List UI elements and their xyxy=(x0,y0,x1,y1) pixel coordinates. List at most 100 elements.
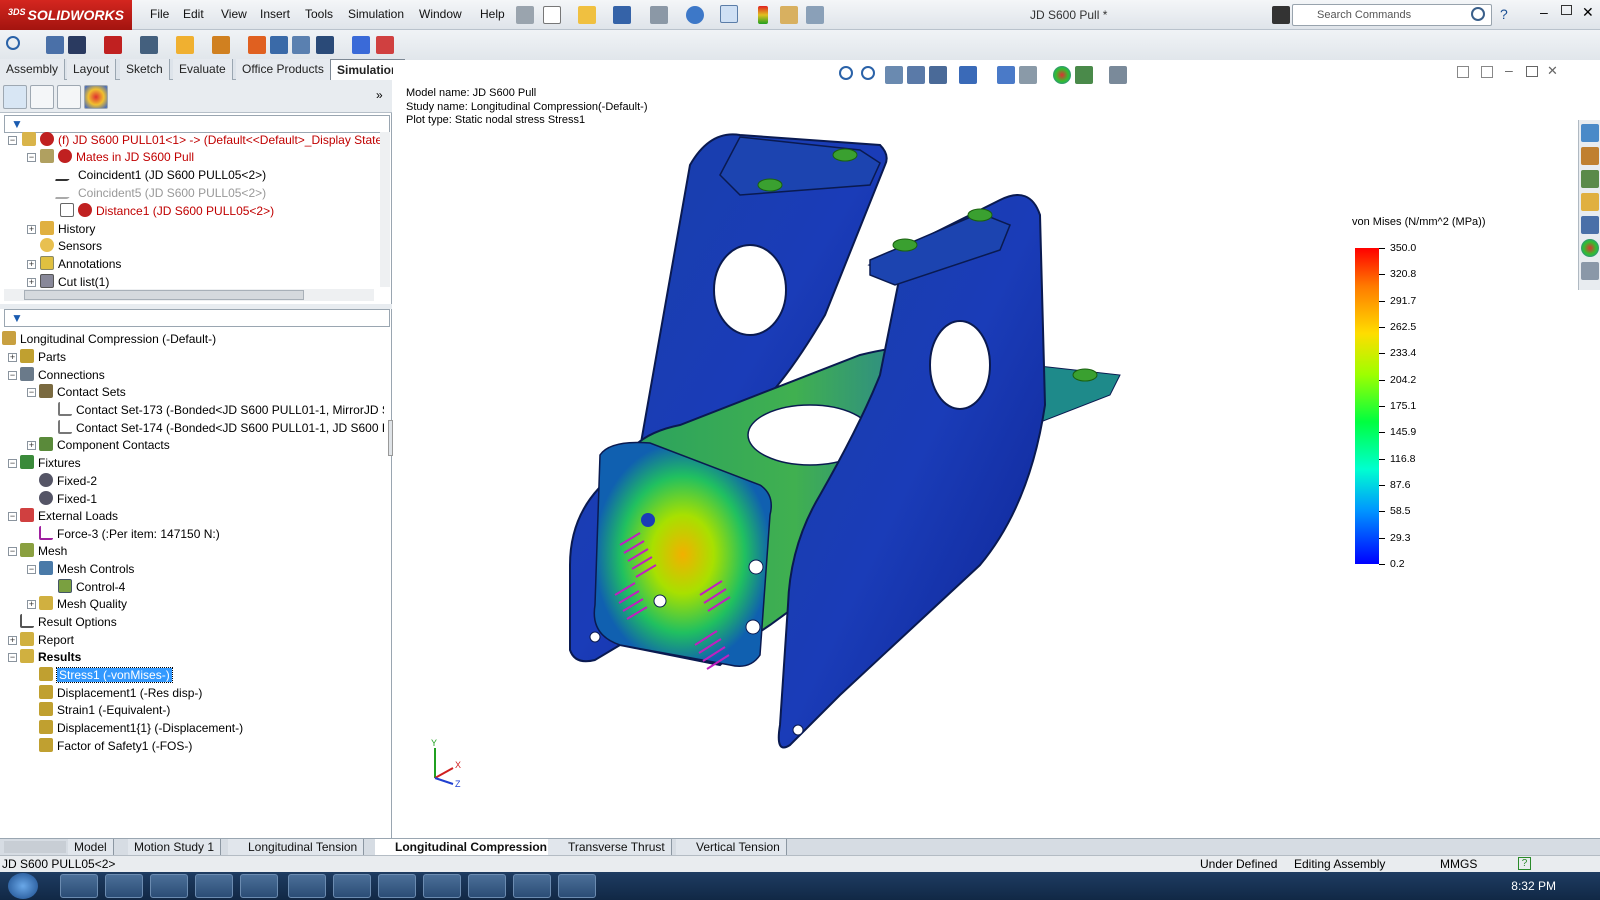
zoom-icon[interactable] xyxy=(6,36,20,50)
tab-sketch[interactable]: Sketch xyxy=(120,59,170,80)
tree-item-coincident5[interactable]: Coincident5 (JD S600 PULL05<2>) xyxy=(54,184,266,202)
expand-icon[interactable]: + xyxy=(27,225,36,234)
tab-scroll-buttons[interactable] xyxy=(4,841,66,853)
tree-item-mesh[interactable]: Mesh xyxy=(20,542,67,560)
smart-fastener-icon[interactable] xyxy=(140,36,158,54)
tree-item-force-3[interactable]: Force-3 (:Per item: 147150 N:) xyxy=(39,525,220,543)
menu-simulation[interactable]: Simulation xyxy=(348,7,404,21)
new-document-icon[interactable] xyxy=(543,6,561,24)
file-explorer-taskbar-icon[interactable] xyxy=(105,874,143,898)
assembly-tool-icon[interactable] xyxy=(68,36,86,54)
apply-scene-icon[interactable] xyxy=(1075,66,1093,84)
zoom-to-fit-icon[interactable] xyxy=(839,66,853,80)
system-clock[interactable]: 8:32 PM xyxy=(1511,879,1556,893)
tab-transverse-thrust[interactable]: Transverse Thrust xyxy=(548,839,672,856)
dynamic-annotation-icon[interactable] xyxy=(929,66,947,84)
tab-longitudinal-tension[interactable]: Longitudinal Tension xyxy=(228,839,365,856)
menu-tools[interactable]: Tools xyxy=(305,7,333,21)
pin-icon[interactable] xyxy=(516,6,534,24)
tree-item-result-options[interactable]: Result Options xyxy=(20,613,117,631)
tab-evaluate[interactable]: Evaluate xyxy=(173,59,233,80)
tree-item-contact-set-173[interactable]: Contact Set-173 (-Bonded<JD S600 PULL01-… xyxy=(58,401,384,419)
solidworks-active-taskbar-icon[interactable] xyxy=(513,874,551,898)
file-properties-icon[interactable] xyxy=(780,6,798,24)
viewport-close-icon[interactable]: ✕ xyxy=(1547,63,1558,79)
menu-insert[interactable]: Insert xyxy=(260,7,290,21)
previous-view-icon[interactable] xyxy=(885,66,903,84)
tree-item-sensors[interactable]: Sensors xyxy=(40,237,102,255)
app-taskbar-icon[interactable] xyxy=(195,874,233,898)
collapse-icon[interactable]: − xyxy=(27,388,36,397)
minimize-window-icon[interactable]: – xyxy=(1540,4,1548,20)
tree-item-contact-sets[interactable]: Contact Sets xyxy=(39,383,126,401)
tree-item-annotations[interactable]: Annotations xyxy=(40,255,121,273)
tree-item-fixed-1[interactable]: Fixed-1 xyxy=(39,490,97,508)
tree-item-history[interactable]: History xyxy=(40,220,95,238)
tree-item-study[interactable]: Longitudinal Compression (-Default-) xyxy=(2,330,216,348)
acrobat-icon[interactable] xyxy=(558,874,596,898)
tab-layout[interactable]: Layout xyxy=(67,59,117,80)
pattern-icon[interactable] xyxy=(176,36,194,54)
viewport-restore-icon[interactable] xyxy=(1526,66,1538,77)
expand-icon[interactable]: + xyxy=(27,600,36,609)
expand-panel-icon[interactable]: » xyxy=(376,88,383,102)
expand-icon[interactable]: + xyxy=(8,353,17,362)
configuration-manager-tab-icon[interactable] xyxy=(57,85,81,109)
tree-item-report[interactable]: Report xyxy=(20,631,74,649)
search-commands-input[interactable]: Search Commands xyxy=(1292,4,1492,26)
tab-vertical-tension[interactable]: Vertical Tension xyxy=(676,839,787,856)
collapse-icon[interactable]: − xyxy=(8,136,17,145)
close-window-icon[interactable]: ✕ xyxy=(1582,4,1594,21)
section-view-icon[interactable] xyxy=(907,66,925,84)
app-taskbar-icon[interactable] xyxy=(378,874,416,898)
view-settings-icon[interactable] xyxy=(1109,66,1127,84)
folder-icon[interactable] xyxy=(1581,193,1599,211)
media-player-icon[interactable] xyxy=(150,874,188,898)
tree-item-coincident1[interactable]: Coincident1 (JD S600 PULL05<2>) xyxy=(54,166,266,184)
display-style-icon[interactable] xyxy=(997,66,1015,84)
exploded-view-icon[interactable] xyxy=(316,36,334,54)
view-palette-icon[interactable] xyxy=(1581,216,1599,234)
tree-item-mesh-quality[interactable]: Mesh Quality xyxy=(39,595,127,613)
collapse-icon[interactable]: − xyxy=(8,459,17,468)
expand-icon[interactable]: + xyxy=(27,441,36,450)
tree-item-displacement1[interactable]: Displacement1 (-Res disp-) xyxy=(39,684,202,702)
update-icon[interactable] xyxy=(376,36,394,54)
solidworks-logo[interactable]: 3DS SOLIDWORKS xyxy=(0,0,132,30)
viewport-two-icon[interactable] xyxy=(1481,66,1493,78)
undo-icon[interactable] xyxy=(686,6,704,24)
word-icon[interactable] xyxy=(288,874,326,898)
tab-model[interactable]: Model xyxy=(68,839,114,856)
design-library-icon[interactable] xyxy=(1581,147,1599,165)
list-icon[interactable] xyxy=(46,36,64,54)
print-icon[interactable] xyxy=(650,6,668,24)
assembly-features-icon[interactable] xyxy=(292,36,310,54)
expand-icon[interactable]: + xyxy=(27,260,36,269)
tree-item-connections[interactable]: Connections xyxy=(20,366,105,384)
tree-item-contact-set-174[interactable]: Contact Set-174 (-Bonded<JD S600 PULL01-… xyxy=(58,419,384,437)
resources-icon[interactable] xyxy=(1581,124,1599,142)
help-status-icon[interactable]: ? xyxy=(1518,857,1531,870)
save-icon[interactable] xyxy=(613,6,631,24)
custom-properties-icon[interactable] xyxy=(1581,262,1599,280)
tree-item-component-contacts[interactable]: Component Contacts xyxy=(39,436,170,454)
tree-item-root-assembly[interactable]: (f) JD S600 PULL01<1> -> (Default<<Defau… xyxy=(22,131,382,149)
appearances-icon[interactable] xyxy=(1581,239,1599,257)
feature-manager-tab-icon[interactable] xyxy=(3,85,27,109)
tab-assembly[interactable]: Assembly xyxy=(0,59,66,80)
app-taskbar-icon[interactable] xyxy=(468,874,506,898)
view-orientation-icon[interactable] xyxy=(959,66,977,84)
tree-item-distance1[interactable]: Distance1 (JD S600 PULL05<2>) xyxy=(60,202,274,220)
file-explorer-icon[interactable] xyxy=(1581,170,1599,188)
menu-edit[interactable]: Edit xyxy=(183,7,204,21)
tree-item-displacement1-1[interactable]: Displacement1{1} (-Displacement-) xyxy=(39,719,243,737)
display-manager-tab-icon[interactable] xyxy=(84,85,108,109)
simulation-tree-filter[interactable]: ▼ xyxy=(4,309,390,327)
collapse-icon[interactable]: − xyxy=(8,371,17,380)
tree-item-strain1[interactable]: Strain1 (-Equivalent-) xyxy=(39,701,170,719)
viewport-single-icon[interactable] xyxy=(1457,66,1469,78)
tree-item-mesh-controls[interactable]: Mesh Controls xyxy=(39,560,134,578)
restore-window-icon[interactable] xyxy=(1561,5,1572,15)
app-taskbar-icon[interactable] xyxy=(240,874,278,898)
options-icon[interactable] xyxy=(806,6,824,24)
